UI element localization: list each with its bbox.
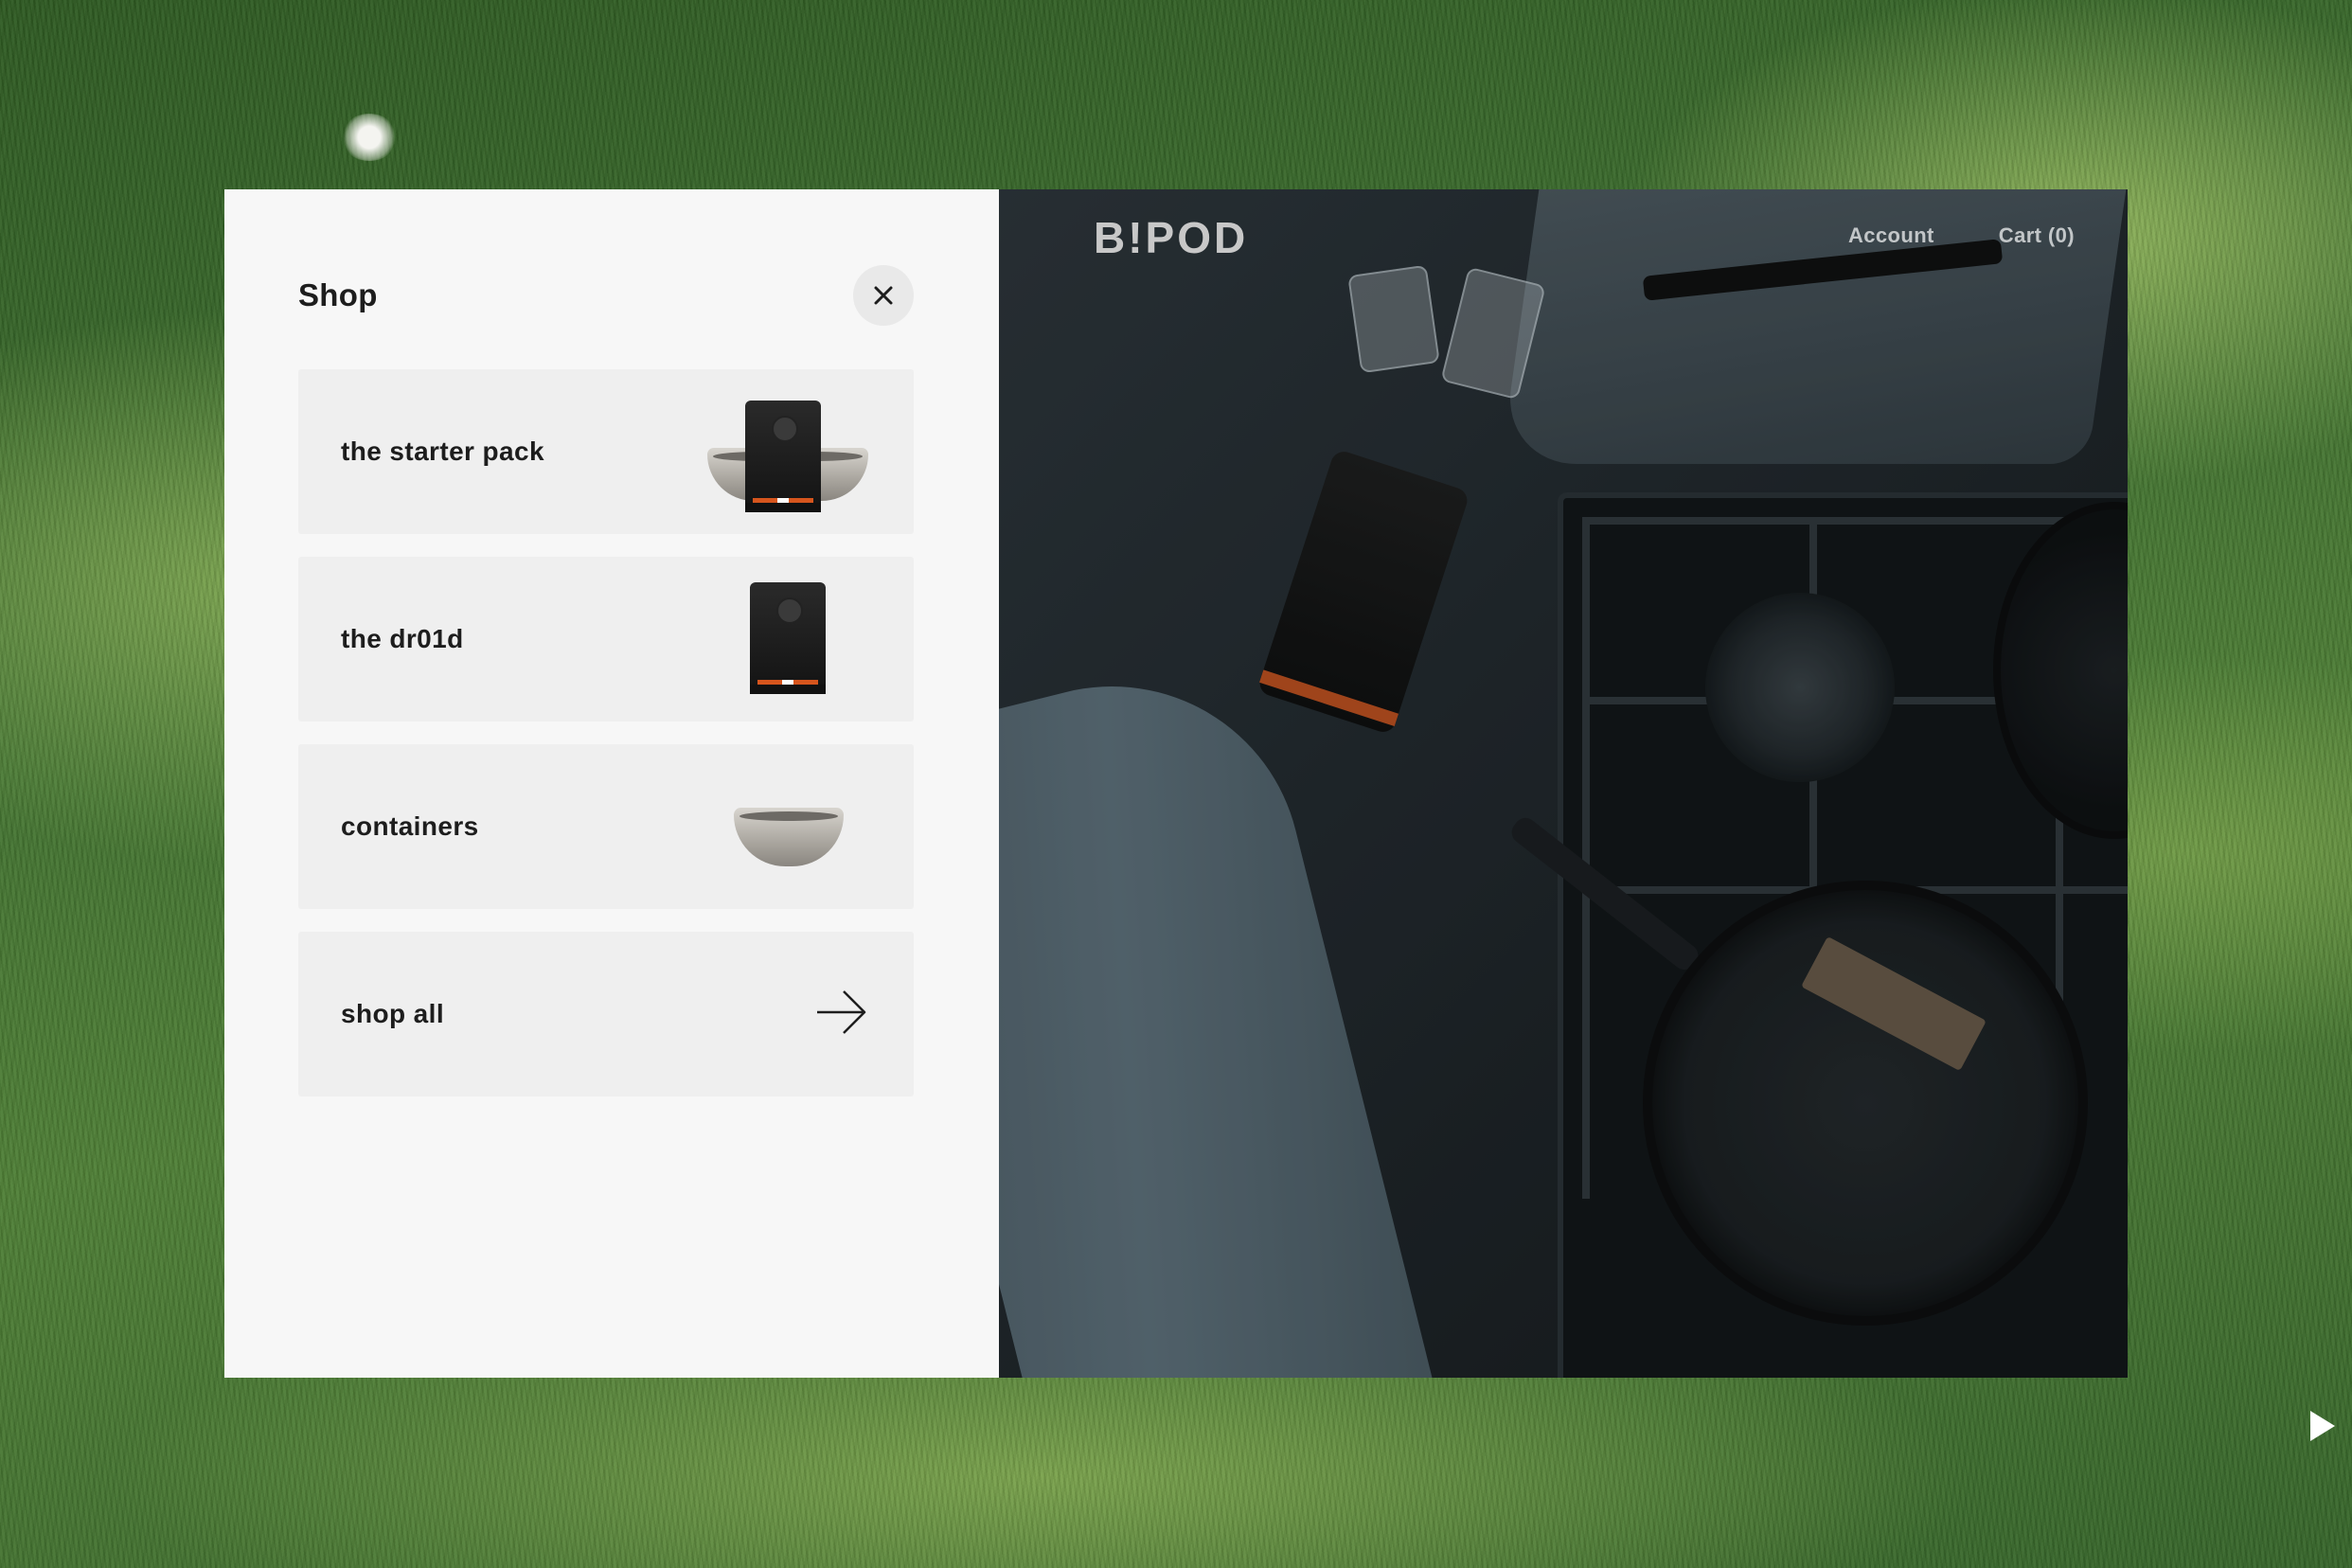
droid-image — [707, 573, 868, 705]
menu-item-label: containers — [341, 811, 479, 841]
menu-item-starter-pack[interactable]: the starter pack — [298, 369, 914, 534]
close-icon — [874, 286, 893, 305]
account-link[interactable]: Account — [1848, 223, 1934, 248]
menu-item-label: the starter pack — [341, 437, 544, 466]
close-button[interactable] — [853, 265, 914, 326]
top-nav: Account Cart (0) — [1848, 223, 2075, 248]
menu-item-containers[interactable]: containers — [298, 744, 914, 909]
container-image — [707, 760, 868, 893]
shop-menu-header: Shop — [298, 265, 914, 326]
shop-menu-title: Shop — [298, 277, 378, 312]
site-window: Shop the starter pack the dr01d containe… — [224, 189, 2128, 1378]
menu-item-label: the dr01d — [341, 624, 464, 653]
menu-item-droid[interactable]: the dr01d — [298, 557, 914, 722]
daisy-flower — [341, 114, 398, 161]
arrow-right-icon — [815, 989, 868, 1041]
shop-menu-list: the starter pack the dr01d containers sh… — [298, 369, 914, 1096]
shop-menu-panel: Shop the starter pack the dr01d containe… — [224, 189, 999, 1378]
starter-pack-image — [707, 385, 868, 518]
brand-logo[interactable]: B!POD — [1094, 212, 1248, 263]
hero-kitchen-image: B!POD Account Cart (0) — [999, 189, 2128, 1378]
play-icon[interactable] — [2310, 1411, 2335, 1441]
menu-item-label: shop all — [341, 999, 444, 1028]
menu-item-shop-all[interactable]: shop all — [298, 932, 914, 1096]
cart-link[interactable]: Cart (0) — [1999, 223, 2075, 248]
